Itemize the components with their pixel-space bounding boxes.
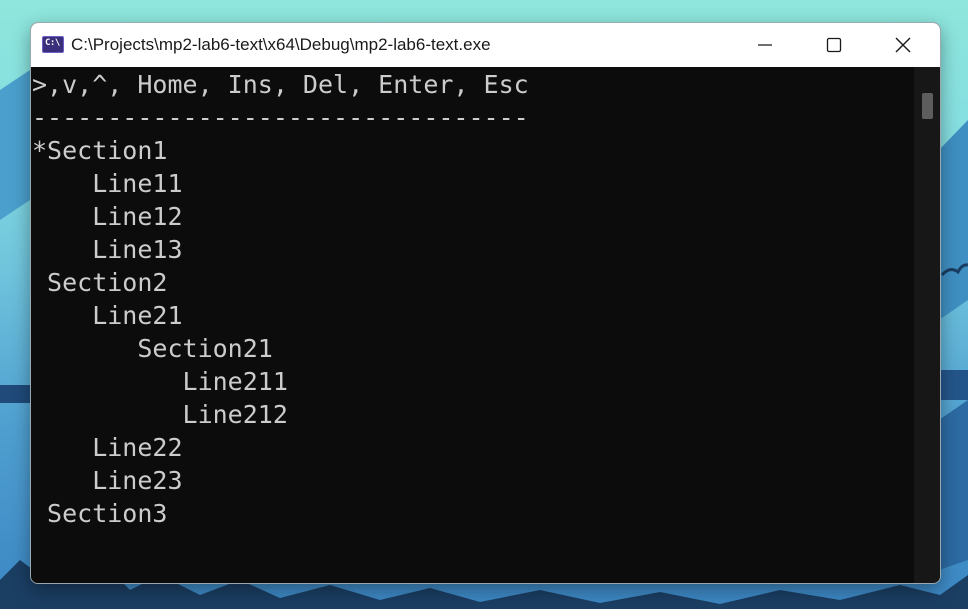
console-output[interactable]: >,v,^, Home, Ins, Del, Enter, Esc -------… xyxy=(31,67,914,583)
console-line: *Section1 xyxy=(32,136,168,165)
vertical-scrollbar[interactable] xyxy=(914,67,940,583)
app-icon-label: C:\ xyxy=(45,38,60,48)
window-title: C:\Projects\mp2-lab6-text\x64\Debug\mp2-… xyxy=(71,35,491,54)
console-line: Section3 xyxy=(32,499,168,528)
console-line: Line13 xyxy=(32,235,183,264)
minimize-icon xyxy=(758,44,772,46)
console-line: Line21 xyxy=(32,301,183,330)
title-bar[interactable]: C:\ C:\Projects\mp2-lab6-text\x64\Debug\… xyxy=(31,23,940,67)
scrollbar-thumb[interactable] xyxy=(922,93,933,119)
close-icon xyxy=(895,37,911,53)
console-line: Line211 xyxy=(32,367,288,396)
minimize-button[interactable] xyxy=(731,23,799,67)
maximize-button[interactable] xyxy=(800,23,868,67)
maximize-icon xyxy=(826,37,842,53)
console-line: >,v,^, Home, Ins, Del, Enter, Esc xyxy=(32,70,529,99)
console-line: Line212 xyxy=(32,400,288,429)
console-line: Section2 xyxy=(32,268,168,297)
console-app-icon: C:\ xyxy=(42,36,64,53)
console-line: Line12 xyxy=(32,202,183,231)
console-line: Line11 xyxy=(32,169,183,198)
console-line: Line22 xyxy=(32,433,183,462)
console-line: Section21 xyxy=(32,334,273,363)
close-button[interactable] xyxy=(869,23,937,67)
console-line: Line23 xyxy=(32,466,183,495)
console-line: --------------------------------- xyxy=(32,103,529,132)
console-window[interactable]: C:\ C:\Projects\mp2-lab6-text\x64\Debug\… xyxy=(30,22,941,584)
